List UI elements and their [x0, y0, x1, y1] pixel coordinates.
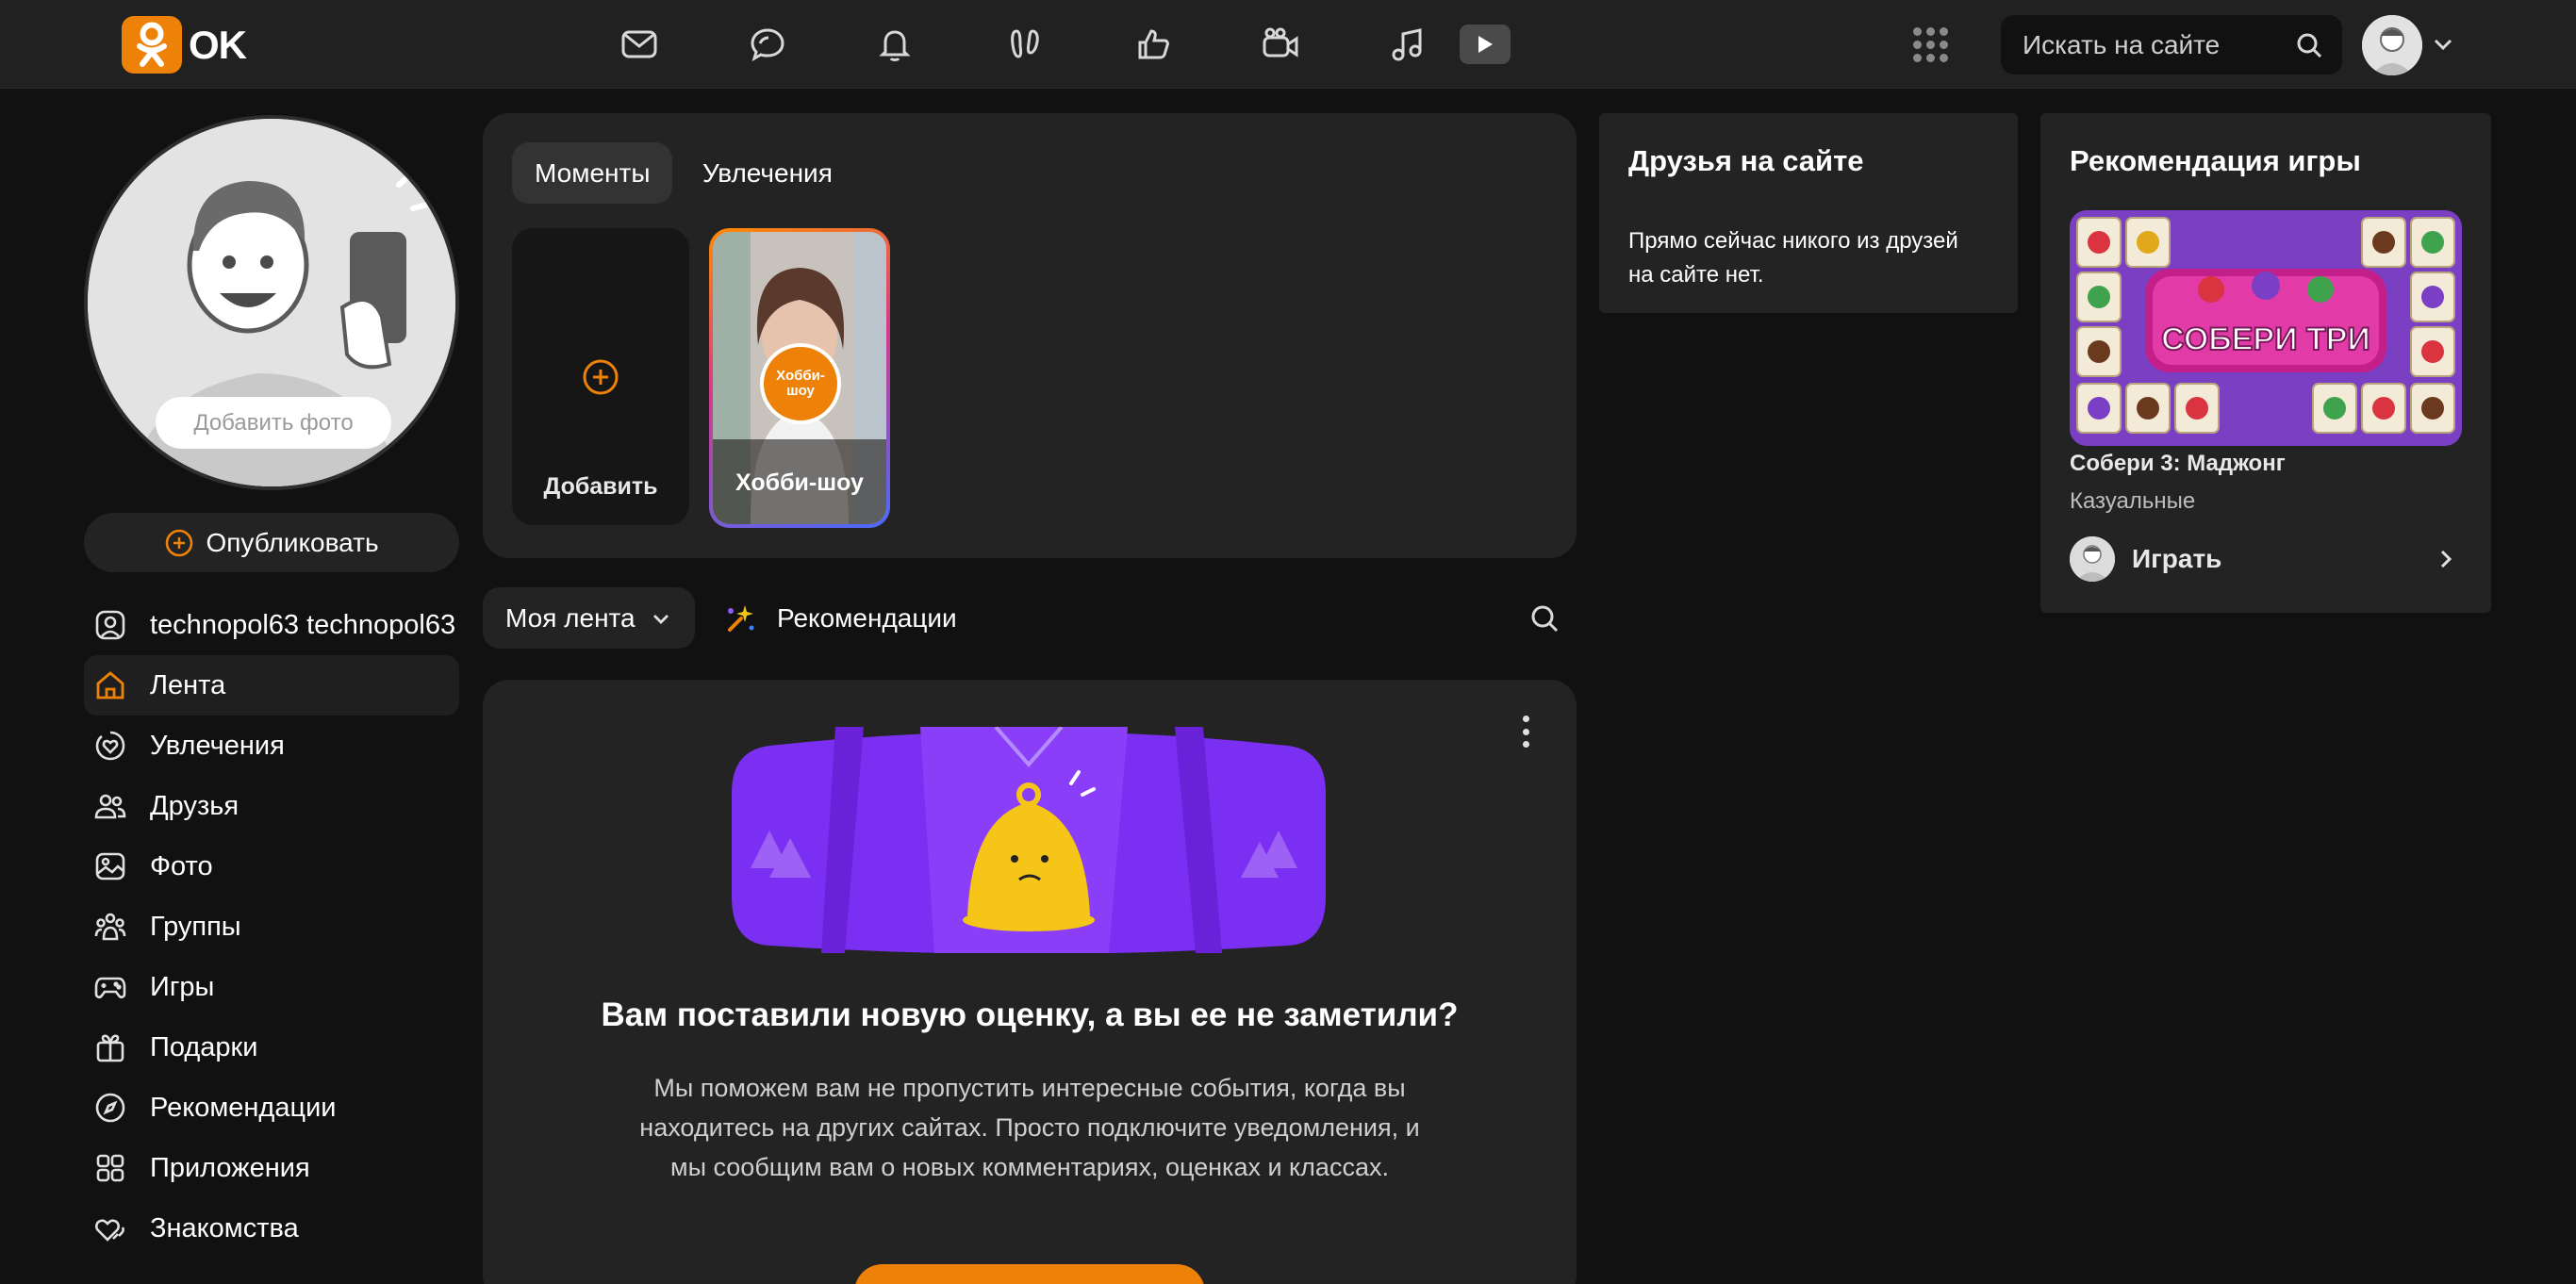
notification-promo-card: Вам поставили новую оценку, а вы ее не з… — [483, 680, 1577, 1284]
search-icon[interactable] — [2295, 31, 2323, 59]
plus-circle-icon — [166, 529, 193, 556]
sidebar-item-games[interactable]: Игры — [84, 957, 459, 1017]
sidebar-item-groups[interactable]: Группы — [84, 897, 459, 957]
sidebar-item-label: Друзья — [150, 790, 239, 821]
top-bar: OK — [0, 0, 2576, 89]
play-game-button[interactable]: Играть — [2070, 536, 2462, 582]
sidebar-item-label: Приложения — [150, 1152, 310, 1183]
apps-grid-icon[interactable] — [1910, 25, 1950, 64]
sidebar-item-label: Игры — [150, 971, 215, 1002]
sad-bell-illustration — [732, 727, 1326, 953]
chevron-down-icon — [652, 614, 669, 624]
dating-icon — [95, 1219, 124, 1242]
publish-label: Опубликовать — [206, 527, 379, 557]
friend-avatar — [2070, 536, 2115, 582]
story-label: Хобби-шоу — [735, 469, 864, 496]
gamepad-icon — [94, 977, 126, 999]
friends-online-title: Друзья на сайте — [1628, 144, 1864, 177]
photo-icon — [95, 852, 125, 881]
sidebar-item-gifts[interactable]: Подарки — [84, 1017, 459, 1078]
ok-logo-text: OK — [189, 22, 247, 67]
gift-icon — [96, 1034, 124, 1062]
music-icon[interactable] — [1385, 22, 1430, 67]
feed-filter-label: Моя лента — [505, 602, 636, 633]
sidebar-item-recommendations[interactable]: Рекомендации — [84, 1078, 459, 1138]
sparkle-icon — [728, 604, 754, 632]
add-moment-button[interactable]: Добавить — [512, 228, 689, 525]
compass-icon — [95, 1093, 125, 1123]
sidebar-item-label: Группы — [150, 911, 241, 942]
sidebar-item-photo[interactable]: Фото — [84, 836, 459, 897]
sidebar-item-profile[interactable]: technopol63 technopol63 — [84, 595, 459, 655]
sidebar-item-hobbies[interactable]: Увлечения — [84, 716, 459, 776]
enable-notifications-button[interactable] — [854, 1264, 1205, 1284]
add-photo-button[interactable]: Добавить фото — [156, 397, 391, 449]
user-avatar[interactable] — [2362, 15, 2422, 75]
feed-recommendations-link[interactable]: Рекомендации — [722, 587, 957, 649]
story-badge: Хобби-шоу — [760, 343, 841, 424]
feed-recommendations-label: Рекомендации — [777, 602, 957, 633]
sidebar-item-dating[interactable]: Знакомства — [84, 1198, 459, 1259]
discussions-icon[interactable] — [745, 22, 790, 67]
plus-circle-icon — [583, 359, 619, 395]
play-label: Играть — [2132, 544, 2222, 573]
hobbies-icon — [95, 731, 125, 761]
tab-moments[interactable]: Моменты — [512, 142, 673, 204]
notification-text: Мы поможем вам не пропустить интересные … — [639, 1074, 1420, 1181]
ok-logo-icon — [122, 16, 182, 74]
sidebar-item-apps[interactable]: Приложения — [84, 1138, 459, 1198]
friends-icon — [94, 794, 126, 819]
sidebar-item-label: Рекомендации — [150, 1092, 337, 1123]
sidebar-item-label: Подарки — [150, 1031, 258, 1062]
notification-title: Вам поставили новую оценку, а вы ее не з… — [601, 996, 1459, 1033]
game-recommendation-card: Рекомендация игры СОБЕРИ ТРИ Собери 3: М… — [2040, 113, 2491, 613]
game-recommendation-title: Рекомендация игры — [2070, 144, 2361, 177]
likes-icon[interactable] — [1131, 22, 1176, 67]
sidebar-item-label: Увлечения — [150, 730, 285, 761]
tab-hobbies[interactable]: Увлечения — [680, 142, 855, 204]
story-hobby-show[interactable]: Хобби-шоу Хобби-шоу — [709, 228, 890, 528]
sidebar-item-label: technopol63 technopol63 — [150, 609, 456, 640]
feed-filter-dropdown[interactable]: Моя лента — [483, 587, 695, 649]
guests-icon[interactable] — [1002, 22, 1048, 67]
publish-button[interactable]: Опубликовать — [84, 513, 459, 572]
notifications-icon[interactable] — [872, 22, 917, 67]
more-options-icon[interactable] — [1520, 716, 1531, 748]
search-input[interactable] — [2023, 15, 2287, 74]
video-calls-icon[interactable] — [1258, 22, 1303, 67]
friends-online-card: Друзья на сайте Прямо сейчас никого из д… — [1599, 113, 2018, 313]
game-name[interactable]: Собери 3: Маджонг — [2070, 451, 2286, 477]
chevron-right-icon — [2440, 550, 2452, 568]
apps-icon — [96, 1154, 124, 1182]
sidebar-item-label: Знакомства — [150, 1212, 299, 1243]
moments-card: Моменты Увлечения Добавить Хобби-шоу Хоб… — [483, 113, 1577, 558]
user-icon — [95, 610, 125, 640]
video-icon[interactable] — [1460, 25, 1511, 64]
friends-online-text: Прямо сейчас никого из друзей на сайте н… — [1628, 228, 1958, 288]
search-icon[interactable] — [1527, 601, 1561, 635]
game-cover-image[interactable]: СОБЕРИ ТРИ — [2070, 210, 2462, 446]
sidebar-menu: technopol63 technopol63 Лента Увлечения … — [84, 595, 459, 1259]
messages-icon[interactable] — [617, 22, 662, 67]
home-icon — [96, 671, 124, 700]
add-moment-label: Добавить — [543, 473, 658, 500]
story-preview: Хобби-шоу Хобби-шоу — [713, 232, 886, 524]
game-genre: Казуальные — [2070, 488, 2196, 514]
site-search[interactable] — [2001, 15, 2342, 74]
groups-icon — [94, 913, 126, 941]
sidebar-item-feed[interactable]: Лента — [84, 655, 459, 716]
ok-logo[interactable]: OK — [122, 16, 247, 74]
chevron-down-icon[interactable] — [2429, 32, 2457, 57]
game-cover-caption: СОБЕРИ ТРИ — [2161, 321, 2370, 357]
sidebar-item-label: Фото — [150, 850, 213, 881]
sidebar-item-friends[interactable]: Друзья — [84, 776, 459, 836]
sidebar-item-label: Лента — [150, 669, 226, 700]
